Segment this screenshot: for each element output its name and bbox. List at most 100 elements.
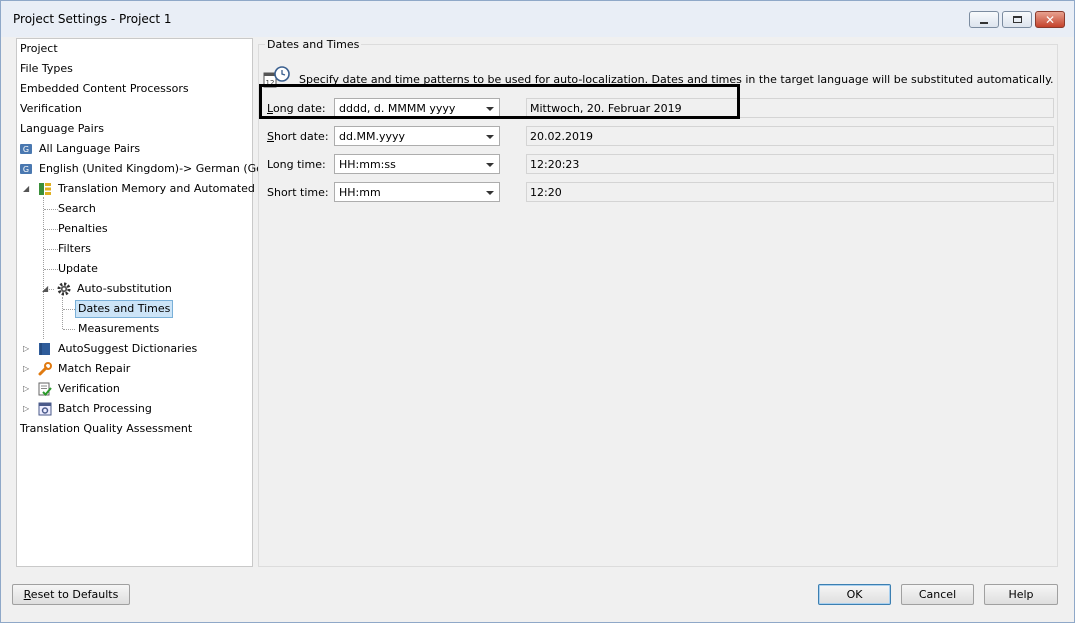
svg-text:G: G xyxy=(23,145,29,154)
tree-item-auto-substitution[interactable]: ◢ Auto-substitution xyxy=(42,279,172,299)
collapse-icon[interactable]: ◢ xyxy=(23,185,31,193)
chevron-down-icon xyxy=(486,191,494,195)
tree-item-label: Match Repair xyxy=(58,362,131,375)
expand-icon[interactable]: ▷ xyxy=(23,345,31,353)
tree-line xyxy=(44,229,58,230)
preview-value: Mittwoch, 20. Februar 2019 xyxy=(530,102,682,115)
tree-item-label: English (United Kingdom)-> German (Ger xyxy=(39,162,268,175)
tree-item-all-language-pairs[interactable]: G All Language Pairs xyxy=(20,139,140,159)
expand-icon[interactable]: ▷ xyxy=(23,385,31,393)
group-title: Dates and Times xyxy=(265,38,362,51)
chevron-down-icon xyxy=(486,163,494,167)
dropdown-value: HH:mm xyxy=(339,186,381,199)
tree-item-label: Embedded Content Processors xyxy=(20,82,189,95)
tree-item-project[interactable]: Project xyxy=(20,39,58,59)
tree-item-match-repair[interactable]: ▷ Match Repair xyxy=(23,359,130,379)
language-pair-icon: G xyxy=(20,164,32,174)
long-date-preview: Mittwoch, 20. Februar 2019 xyxy=(526,98,1054,118)
preview-value: 12:20:23 xyxy=(530,158,580,171)
svg-text:12: 12 xyxy=(266,79,275,87)
dropdown-value: dd.MM.yyyy xyxy=(339,130,405,143)
tree-item-dates-and-times[interactable]: Dates and Times xyxy=(75,299,174,319)
dates-and-times-group: Dates and Times 12 Specify date and time… xyxy=(258,38,1058,567)
short-time-preview: 12:20 xyxy=(526,182,1054,202)
close-button[interactable]: ✕ xyxy=(1035,11,1065,28)
tree-item-label: Translation Memory and Automated T xyxy=(58,182,266,195)
tree-line xyxy=(43,197,44,339)
long-date-label: Long date: xyxy=(267,102,326,115)
chevron-down-icon xyxy=(486,107,494,111)
tree-item-measurements[interactable]: Measurements xyxy=(78,319,159,339)
tree-item-label: Project xyxy=(20,42,58,55)
help-button[interactable]: Help xyxy=(984,584,1058,605)
panel-description: Specify date and time patterns to be use… xyxy=(299,73,1054,86)
minimize-button[interactable] xyxy=(969,11,999,28)
short-time-label: Short time: xyxy=(267,186,329,199)
long-time-preview: 12:20:23 xyxy=(526,154,1054,174)
tree-item-penalties[interactable]: Penalties xyxy=(58,219,108,239)
tree-item-label: Update xyxy=(58,262,98,275)
ok-button[interactable]: OK xyxy=(818,584,891,605)
long-time-label: Long time: xyxy=(267,158,326,171)
tree-item-filters[interactable]: Filters xyxy=(58,239,91,259)
batch-processing-icon xyxy=(38,402,52,416)
reset-to-defaults-button[interactable]: Reset to Defaults xyxy=(12,584,130,605)
tree-item-label: AutoSuggest Dictionaries xyxy=(58,342,198,355)
tree-item-embedded-content-processors[interactable]: Embedded Content Processors xyxy=(20,79,189,99)
tree-item-translation-memory[interactable]: ◢ Translation Memory and Automated T xyxy=(23,179,265,199)
gear-icon xyxy=(57,282,71,296)
tree-item-label: Search xyxy=(58,202,96,215)
long-date-pattern-dropdown[interactable]: dddd, d. MMMM yyyy xyxy=(334,98,500,118)
tree-item-label: File Types xyxy=(20,62,73,75)
tree-item-label: Verification xyxy=(58,382,120,395)
dropdown-value: HH:mm:ss xyxy=(339,158,396,171)
date-time-icon: 12 xyxy=(263,66,290,88)
tree-item-label: Language Pairs xyxy=(20,122,104,135)
window-title: Project Settings - Project 1 xyxy=(13,12,172,26)
short-time-pattern-dropdown[interactable]: HH:mm xyxy=(334,182,500,202)
short-date-pattern-dropdown[interactable]: dd.MM.yyyy xyxy=(334,126,500,146)
dictionary-book-icon xyxy=(39,343,50,355)
preview-value: 12:20 xyxy=(530,186,562,199)
tree-item-label: Dates and Times xyxy=(75,300,174,318)
tree-item-label: Penalties xyxy=(58,222,108,235)
preview-value: 20.02.2019 xyxy=(530,130,593,143)
dates-and-times-panel: Dates and Times 12 Specify date and time… xyxy=(258,38,1058,567)
tree-item-language-pairs[interactable]: Language Pairs xyxy=(20,119,104,139)
wrench-icon xyxy=(38,362,52,376)
tree-item-english-german[interactable]: G English (United Kingdom)-> German (Ger xyxy=(20,159,267,179)
tree-item-autosuggest-dictionaries[interactable]: ▷ AutoSuggest Dictionaries xyxy=(23,339,197,359)
tree-item-label: All Language Pairs xyxy=(39,142,141,155)
tree-item-batch-processing[interactable]: ▷ Batch Processing xyxy=(23,399,152,419)
minimize-icon xyxy=(980,21,988,24)
expand-icon[interactable]: ▷ xyxy=(23,405,31,413)
svg-text:G: G xyxy=(23,165,29,174)
translation-memory-icon xyxy=(39,183,51,195)
maximize-button[interactable] xyxy=(1002,11,1032,28)
tree-line xyxy=(44,209,58,210)
tree-item-verification-tm[interactable]: ▷ Verification xyxy=(23,379,120,399)
long-time-pattern-dropdown[interactable]: HH:mm:ss xyxy=(334,154,500,174)
tree-item-translation-quality-assessment[interactable]: Translation Quality Assessment xyxy=(20,419,192,439)
tree-item-search[interactable]: Search xyxy=(58,199,96,219)
verification-check-icon xyxy=(38,382,52,396)
tree-item-label: Auto-substitution xyxy=(77,282,172,295)
tree-item-label: Translation Quality Assessment xyxy=(20,422,193,435)
short-date-label: Short date: xyxy=(267,130,329,143)
tree-line xyxy=(44,249,58,250)
expand-icon[interactable]: ▷ xyxy=(23,365,31,373)
dropdown-value: dddd, d. MMMM yyyy xyxy=(339,102,456,115)
tree-item-label: Batch Processing xyxy=(58,402,152,415)
title-bar[interactable]: Project Settings - Project 1 ✕ xyxy=(1,1,1074,37)
short-date-preview: 20.02.2019 xyxy=(526,126,1054,146)
maximize-icon xyxy=(1012,16,1022,23)
tree-item-update[interactable]: Update xyxy=(58,259,98,279)
cancel-button[interactable]: Cancel xyxy=(901,584,974,605)
collapse-icon[interactable]: ◢ xyxy=(42,285,50,293)
tree-item-label: Verification xyxy=(20,102,82,115)
tree-item-verification[interactable]: Verification xyxy=(20,99,82,119)
tree-line xyxy=(63,329,75,330)
close-icon: ✕ xyxy=(1044,12,1056,27)
settings-tree[interactable]: Project File Types Embedded Content Proc… xyxy=(16,38,267,567)
tree-item-file-types[interactable]: File Types xyxy=(20,59,73,79)
